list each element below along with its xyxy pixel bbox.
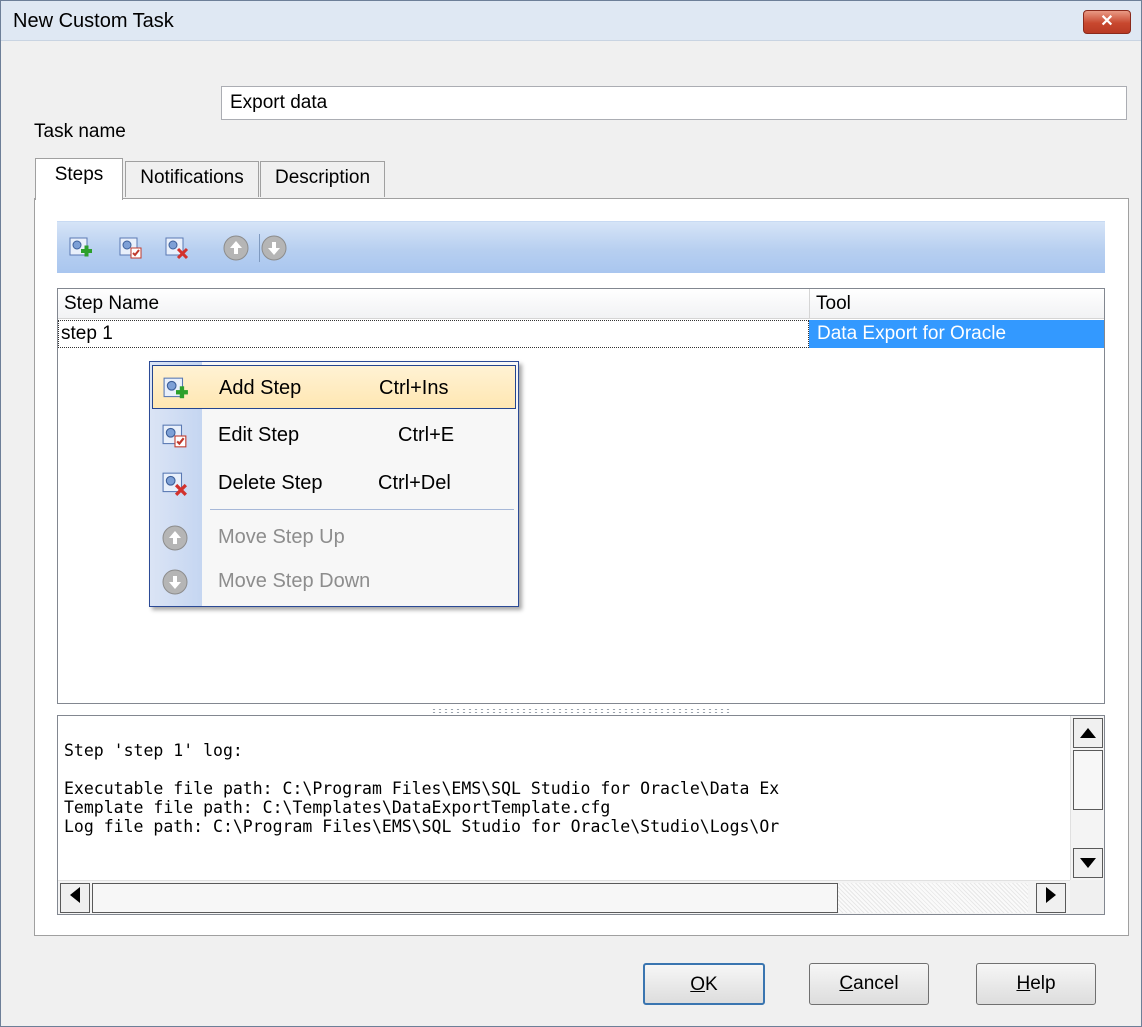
help-mnemonic: H <box>1016 973 1031 994</box>
menu-separator <box>210 509 514 510</box>
vertical-scrollbar[interactable] <box>1070 716 1104 880</box>
scroll-up-button[interactable] <box>1073 718 1103 748</box>
log-line: Executable file path: C:\Program Files\E… <box>64 779 780 798</box>
help-label-rest: elp <box>1030 973 1056 994</box>
window-title: New Custom Task <box>13 10 174 32</box>
scrollbar-corner <box>1070 880 1104 914</box>
edit-step-icon <box>162 424 187 448</box>
steps-toolbar <box>57 221 1105 273</box>
log-line: Step 'step 1' log: <box>64 741 243 760</box>
scroll-left-button[interactable] <box>60 883 90 913</box>
close-button[interactable]: ✕ <box>1083 10 1131 34</box>
step-name-cell[interactable]: step 1 <box>58 320 809 348</box>
arrow-down-icon <box>1080 858 1096 868</box>
tab-steps[interactable]: Steps <box>35 158 123 200</box>
move-up-icon <box>162 525 188 551</box>
horizontal-scroll-thumb[interactable] <box>92 883 838 913</box>
vertical-scroll-thumb[interactable] <box>1073 750 1103 810</box>
scroll-right-button[interactable] <box>1036 883 1066 913</box>
arrow-right-icon <box>1046 887 1056 903</box>
log-line: Log file path: C:\Program Files\EMS\SQL … <box>64 817 780 836</box>
move-up-icon[interactable] <box>223 235 249 261</box>
menu-item-label: Edit Step <box>218 424 300 446</box>
task-name-input[interactable] <box>221 86 1127 120</box>
column-header-tool[interactable]: Tool <box>816 293 851 315</box>
menu-item-label: Move Step Down <box>218 570 371 592</box>
title-bar[interactable]: New Custom Task ✕ <box>1 1 1141 41</box>
arrow-left-icon <box>70 887 80 903</box>
table-row[interactable]: step 1 Data Export for Oracle <box>58 320 1104 350</box>
menu-item-label: Delete Step <box>218 472 323 494</box>
edit-step-icon[interactable] <box>119 236 143 260</box>
tab-notifications[interactable]: Notifications <box>125 161 259 197</box>
move-down-icon[interactable] <box>261 235 287 261</box>
toolbar-separator <box>259 234 260 262</box>
arrow-up-icon <box>1080 728 1096 738</box>
close-icon: ✕ <box>1100 13 1114 30</box>
scroll-down-button[interactable] <box>1073 848 1103 878</box>
log-line: Template file path: C:\Templates\DataExp… <box>64 798 611 817</box>
cancel-button[interactable]: Cancel <box>809 963 929 1005</box>
horizontal-scrollbar[interactable] <box>58 880 1070 914</box>
cancel-label-rest: ancel <box>853 973 899 994</box>
menu-item-shortcut: Ctrl+E <box>398 424 455 446</box>
menu-item-shortcut: Ctrl+Ins <box>379 377 449 399</box>
dialog-window: New Custom Task ✕ Task name Notification… <box>0 0 1142 1027</box>
ok-button[interactable]: OK <box>643 963 765 1005</box>
log-text: Step 'step 1' log: Executable file path:… <box>64 722 1068 874</box>
tool-cell[interactable]: Data Export for Oracle <box>809 320 1104 348</box>
task-name-label: Task name <box>34 121 126 142</box>
help-button[interactable]: Help <box>976 963 1096 1005</box>
column-header-step-name[interactable]: Step Name <box>64 293 159 315</box>
column-divider[interactable] <box>809 289 810 319</box>
menu-item-label: Add Step <box>219 377 302 399</box>
menu-item-shortcut: Ctrl+Del <box>378 472 451 494</box>
move-down-icon <box>162 569 188 595</box>
add-step-icon <box>163 377 188 399</box>
menu-item-move-step-up[interactable]: Move Step Up <box>152 515 516 559</box>
grid-header: Step Name Tool <box>58 289 1104 319</box>
splitter-handle[interactable] <box>431 708 731 714</box>
cancel-mnemonic: C <box>839 973 854 994</box>
delete-step-icon <box>162 472 187 496</box>
add-step-icon[interactable] <box>69 236 93 260</box>
menu-item-add-step[interactable]: Add Step Ctrl+Ins <box>152 365 516 409</box>
step-log-panel[interactable]: Step 'step 1' log: Executable file path:… <box>57 715 1105 915</box>
delete-step-icon[interactable] <box>165 236 189 260</box>
menu-item-move-step-down[interactable]: Move Step Down <box>152 559 516 603</box>
ok-mnemonic: O <box>690 974 706 995</box>
menu-item-edit-step[interactable]: Edit Step Ctrl+E <box>152 413 516 457</box>
scroll-track[interactable] <box>838 883 1028 913</box>
tab-description[interactable]: Description <box>260 161 385 197</box>
menu-item-delete-step[interactable]: Delete Step Ctrl+Del <box>152 461 516 505</box>
context-menu: Add Step Ctrl+Ins Edit Step Ctrl+E Delet… <box>149 361 519 607</box>
ok-label-rest: K <box>705 974 718 995</box>
menu-item-label: Move Step Up <box>218 526 345 548</box>
